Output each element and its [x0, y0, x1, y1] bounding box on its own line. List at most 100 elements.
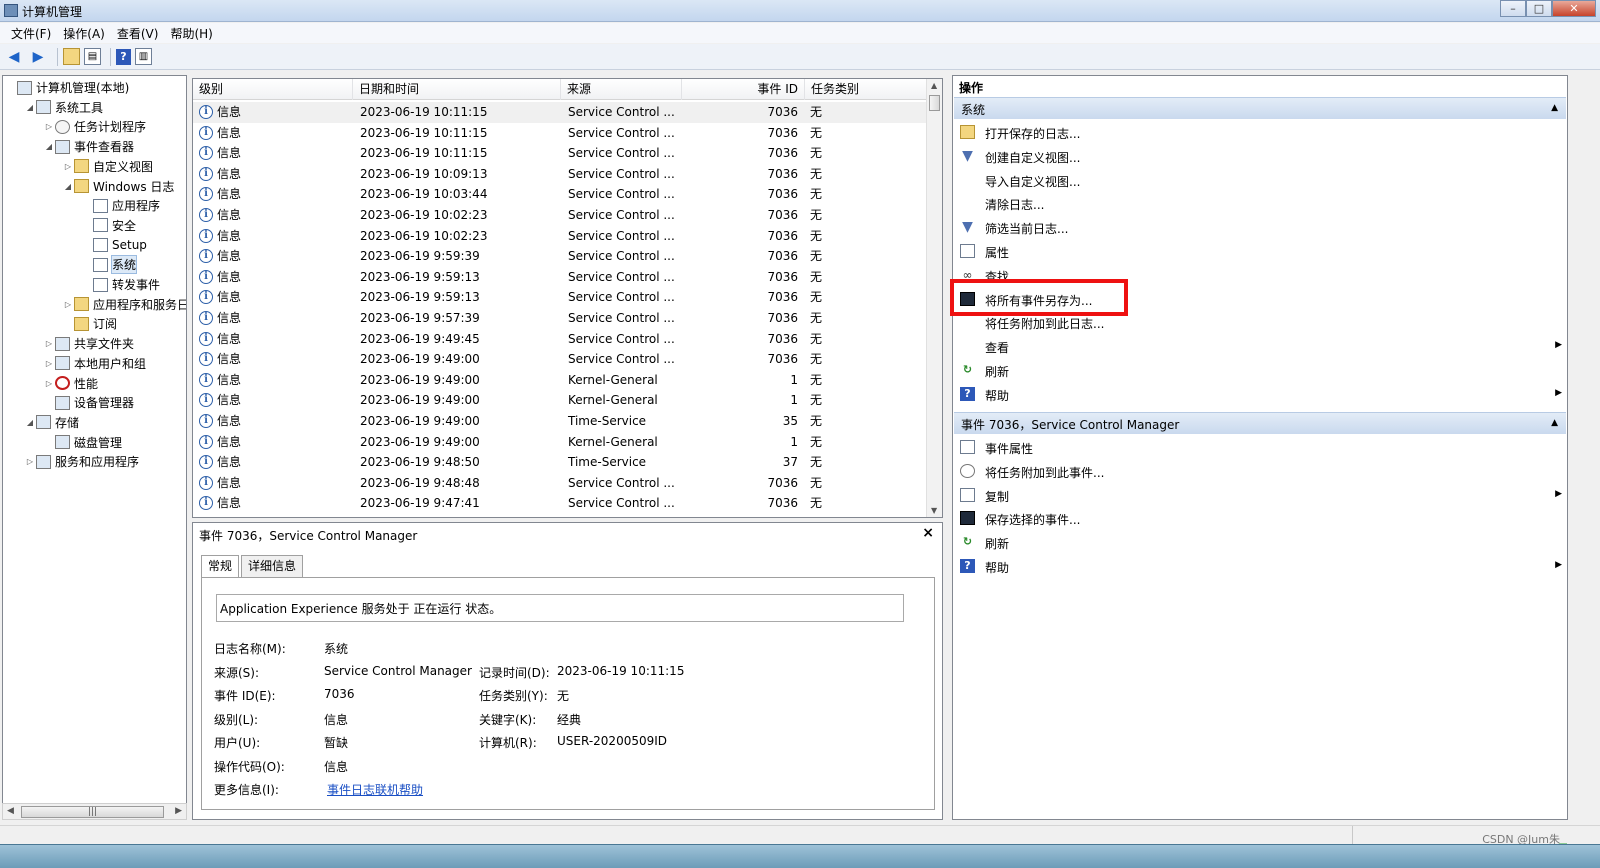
help-icon[interactable]: ? [116, 48, 131, 65]
submenu-arrow-icon[interactable]: ▶ [1555, 560, 1562, 570]
actions-section-system[interactable]: 系统 ▲ [954, 97, 1566, 119]
tree-item[interactable]: ◢ Windows 日志 [62, 177, 174, 196]
collapsed-arrow-icon[interactable]: ▷ [62, 162, 74, 171]
action-item[interactable]: ? 帮助 ▶ [954, 555, 1566, 578]
scroll-down-icon[interactable]: ▼ [931, 506, 937, 515]
table-row[interactable]: i 信息 2023-06-19 10:02:23 Service Control ..… [193, 226, 928, 247]
action-item[interactable]: ▼ 筛选当前日志... [954, 216, 1566, 239]
collapse-icon[interactable]: ▲ [1551, 103, 1558, 113]
tree-horizontal-scrollbar[interactable]: ◀ ||| ▶ [2, 803, 187, 820]
tree-item[interactable]: 设备管理器 [43, 393, 134, 412]
collapsed-arrow-icon[interactable]: ▷ [24, 457, 36, 466]
tree-item[interactable]: Setup [81, 236, 147, 255]
action-item[interactable]: 清除日志... [954, 192, 1566, 215]
minimize-button[interactable]: – [1500, 0, 1526, 17]
tree-item[interactable]: ▷ 本地用户和组 [43, 354, 146, 373]
menu-file[interactable]: 文件(F) [6, 25, 56, 42]
close-button[interactable]: ✕ [1552, 0, 1596, 17]
show-hide-tree-icon[interactable]: ▤ [84, 48, 101, 65]
menu-action[interactable]: 操作(A) [58, 25, 110, 42]
table-row[interactable]: i 信息 2023-06-19 9:59:13 Service Control ...… [193, 287, 928, 308]
tree-item[interactable]: ◢ 系统工具 [24, 98, 103, 117]
column-source[interactable]: 来源 [561, 79, 682, 100]
action-item[interactable]: ↻ 刷新 [954, 359, 1566, 382]
table-row[interactable]: i 信息 2023-06-19 9:47:41 Service Control ...… [193, 493, 928, 514]
online-help-link[interactable]: 事件日志联机帮助 [327, 781, 423, 798]
forward-arrow-icon[interactable]: ▶ [28, 47, 48, 67]
expanded-arrow-icon[interactable]: ◢ [24, 103, 36, 112]
table-row[interactable]: i 信息 2023-06-19 9:48:50 Time-Service 37 无 [193, 452, 928, 473]
table-row[interactable]: i 信息 2023-06-19 9:57:39 Service Control ...… [193, 308, 928, 329]
back-arrow-icon[interactable]: ◀ [4, 47, 24, 67]
show-hide-action-pane-icon[interactable]: ▥ [135, 48, 152, 65]
scroll-thumb[interactable]: ||| [21, 806, 164, 818]
table-row[interactable]: i 信息 2023-06-19 10:02:23 Service Control ..… [193, 205, 928, 226]
tree-item[interactable]: ◢ 存储 [24, 413, 79, 432]
tab-general[interactable]: 常规 [201, 555, 240, 578]
table-row[interactable]: i 信息 2023-06-19 9:59:39 Service Control ...… [193, 246, 928, 267]
action-item[interactable]: 复制 ▶ [954, 484, 1566, 507]
action-item[interactable]: ↻ 刷新 [954, 531, 1566, 554]
submenu-arrow-icon[interactable]: ▶ [1555, 489, 1562, 499]
column-task-category[interactable]: 任务类别 [805, 79, 928, 100]
actions-section-event[interactable]: 事件 7036，Service Control Manager ▲ [954, 412, 1566, 434]
table-row[interactable]: i 信息 2023-06-19 10:11:15 Service Control ..… [193, 123, 928, 144]
scroll-up-icon[interactable]: ▲ [931, 81, 937, 90]
tree-item[interactable]: ◢ 事件查看器 [43, 137, 134, 156]
tree-item[interactable]: ▷ 任务计划程序 [43, 117, 146, 136]
tree-item[interactable]: ▷ 服务和应用程序 [24, 452, 139, 471]
collapsed-arrow-icon[interactable]: ▷ [43, 379, 55, 388]
menu-view[interactable]: 查看(V) [112, 25, 164, 42]
table-row[interactable]: i 信息 2023-06-19 9:49:00 Time-Service 35 无 [193, 411, 928, 432]
action-item[interactable]: ? 帮助 ▶ [954, 383, 1566, 406]
table-row[interactable]: i 信息 2023-06-19 9:49:00 Kernel-General 1 无 [193, 390, 928, 411]
tree-item[interactable]: ▷ 共享文件夹 [43, 334, 134, 353]
tree-item[interactable]: 应用程序 [81, 196, 160, 215]
table-row[interactable]: i 信息 2023-06-19 10:03:44 Service Control ..… [193, 184, 928, 205]
event-list-vertical-scrollbar[interactable]: ▲ ▼ [926, 79, 942, 517]
action-item[interactable]: 将任务附加到此事件... [954, 460, 1566, 483]
expanded-arrow-icon[interactable]: ◢ [62, 182, 74, 191]
tree-item[interactable]: 磁盘管理 [43, 433, 122, 452]
action-item[interactable]: 导入自定义视图... [954, 169, 1566, 192]
action-item[interactable]: 保存选择的事件... [954, 507, 1566, 530]
submenu-arrow-icon[interactable]: ▶ [1555, 340, 1562, 350]
expanded-arrow-icon[interactable]: ◢ [24, 418, 36, 427]
scroll-left-icon[interactable]: ◀ [7, 806, 14, 816]
tree-item[interactable]: 转发事件 [81, 275, 160, 294]
scroll-right-icon[interactable]: ▶ [175, 806, 182, 816]
column-event-id[interactable]: 事件 ID [682, 79, 805, 100]
action-item[interactable]: 属性 [954, 240, 1566, 263]
collapsed-arrow-icon[interactable]: ▷ [43, 339, 55, 348]
table-row[interactable]: i 信息 2023-06-19 9:49:00 Kernel-General 1 无 [193, 370, 928, 391]
collapsed-arrow-icon[interactable]: ▷ [62, 300, 74, 309]
action-item[interactable]: 查看 ▶ [954, 335, 1566, 358]
maximize-button[interactable]: □ [1526, 0, 1552, 17]
action-item[interactable]: ▼ 创建自定义视图... [954, 145, 1566, 168]
table-row[interactable]: i 信息 2023-06-19 9:49:00 Service Control ...… [193, 349, 928, 370]
scroll-thumb[interactable] [929, 95, 940, 111]
table-row[interactable]: i 信息 2023-06-19 10:11:15 Service Control ..… [193, 102, 928, 123]
submenu-arrow-icon[interactable]: ▶ [1555, 388, 1562, 398]
tab-details[interactable]: 详细信息 [241, 555, 304, 577]
collapsed-arrow-icon[interactable]: ▷ [43, 122, 55, 131]
collapsed-arrow-icon[interactable]: ▷ [43, 359, 55, 368]
tree-item[interactable]: ▷ 应用程序和服务日志 [62, 295, 186, 314]
table-row[interactable]: i 信息 2023-06-19 10:09:13 Service Control ..… [193, 164, 928, 185]
table-row[interactable]: i 信息 2023-06-19 9:48:48 Service Control ...… [193, 473, 928, 494]
tree-item[interactable]: ▷ 自定义视图 [62, 157, 153, 176]
tree-item[interactable]: ▷ 性能 [43, 374, 98, 393]
collapse-icon[interactable]: ▲ [1551, 418, 1558, 428]
tree-item[interactable]: 计算机管理(本地) [5, 78, 129, 97]
menu-help[interactable]: 帮助(H) [165, 25, 217, 42]
up-folder-icon[interactable] [63, 48, 80, 65]
column-datetime[interactable]: 日期和时间 [353, 79, 561, 100]
column-level[interactable]: 级别 [193, 79, 353, 100]
table-row[interactable]: i 信息 2023-06-19 10:11:15 Service Control ..… [193, 143, 928, 164]
table-row[interactable]: i 信息 2023-06-19 9:49:00 Kernel-General 1 无 [193, 432, 928, 453]
tree-item[interactable]: 系统 [81, 255, 138, 275]
table-row[interactable]: i 信息 2023-06-19 9:59:13 Service Control ...… [193, 267, 928, 288]
tree-item[interactable]: 安全 [81, 216, 136, 235]
action-item[interactable]: 事件属性 [954, 436, 1566, 459]
action-item[interactable]: 打开保存的日志... [954, 121, 1566, 144]
